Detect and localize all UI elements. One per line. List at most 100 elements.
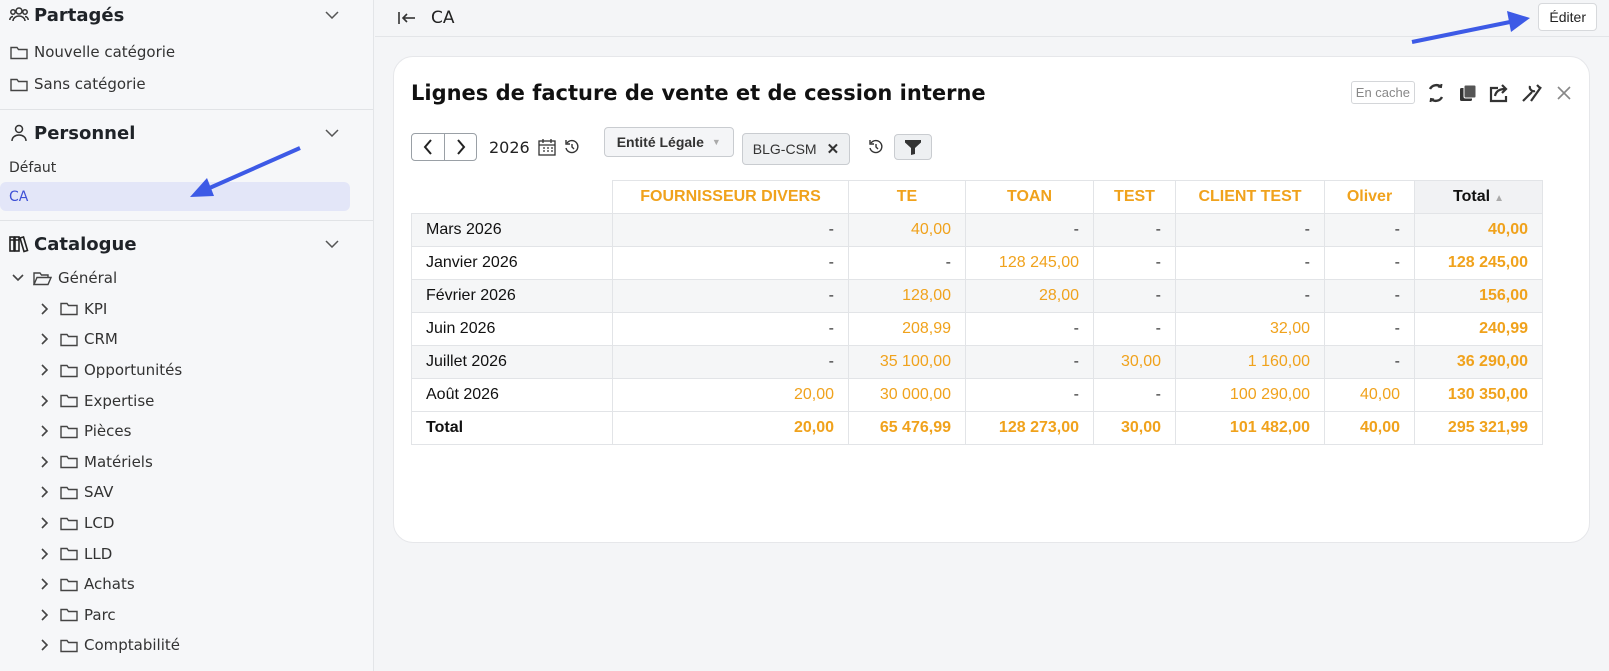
reset-icon[interactable] [564,139,580,155]
chevron-right-icon[interactable] [38,333,52,346]
tree-item-folder[interactable]: Pièces [0,416,373,447]
row-label: Février 2026 [411,279,613,313]
row-total-cell: 128 245,00 [1414,246,1543,280]
chevron-down-icon[interactable] [323,6,341,24]
prev-period-button[interactable] [412,134,444,160]
chevron-right-icon[interactable] [38,639,52,651]
tree-item-folder[interactable]: Parc [0,600,373,631]
tree-item-label: LCD [84,514,115,533]
tree-item-general[interactable]: Général [0,263,373,294]
table-total-row: Total 20,00 65 476,99 128 273,00 30,00 101 48… [411,411,1543,445]
tree-item-folder[interactable]: Expertise [0,385,373,416]
chevron-right-icon[interactable] [38,425,52,437]
remove-tag-icon[interactable]: ✕ [827,140,840,158]
personal-section-header[interactable]: Personnel [0,118,373,148]
tree-item-folder[interactable]: Opportunités [0,355,373,386]
calendar-icon[interactable] [538,138,556,156]
table-cell: 128 273,00 [965,411,1094,445]
table-cell: - [1324,312,1415,346]
filter-tag-label: BLG-CSM [752,141,817,157]
folder-icon [60,301,78,316]
sidebar-item-sans-categorie[interactable]: Sans catégorie [0,68,373,100]
chevron-down-icon[interactable] [323,235,341,253]
refresh-icon[interactable] [1425,82,1447,104]
tree-item-folder[interactable]: LLD [0,538,373,569]
table-cell: 40,00 [1324,411,1415,445]
column-header[interactable]: TOAN [965,180,1094,214]
column-header[interactable]: Oliver [1324,180,1415,214]
folder-icon [10,45,28,60]
tree-item-folder[interactable]: CRM [0,324,373,355]
breadcrumb: CA [431,8,455,28]
table-cell: - [1093,213,1176,247]
chevron-right-icon[interactable] [38,364,52,376]
share-icon[interactable] [1489,82,1511,104]
folder-icon [60,577,78,592]
chevron-right-icon[interactable] [38,303,52,315]
table-cell: 28,00 [965,279,1094,313]
close-icon[interactable] [1553,82,1575,104]
row-total-cell: 156,00 [1414,279,1543,313]
tools-icon[interactable] [1521,82,1543,104]
tree-item-folder[interactable]: Matériels [0,447,373,478]
table-cell: - [612,345,849,379]
column-header[interactable]: FOURNISSEUR DIVERS [612,180,849,214]
folder-icon [60,638,78,653]
tree-item-folder[interactable]: Achats [0,569,373,600]
sidebar-item-nouvelle-categorie[interactable]: Nouvelle catégorie [0,36,373,68]
row-label: Janvier 2026 [411,246,613,280]
shared-section-header[interactable]: Partagés [0,0,373,30]
column-header[interactable]: TEST [1093,180,1176,214]
catalogue-section-title: Catalogue [34,233,137,255]
table-row: Juin 2026-208,99- -32,00-240,99 [411,312,1543,346]
catalogue-section-header[interactable]: Catalogue [0,229,373,259]
filter-bar: 2026 Entité Légale ▼ BLG-CSM ✕ [411,127,933,165]
next-period-button[interactable] [444,134,476,160]
row-label: Août 2026 [411,378,613,412]
chevron-down-icon[interactable] [11,274,25,282]
sort-asc-icon[interactable]: ▲ [1494,193,1504,204]
sidebar-item-defaut[interactable]: Défaut [0,153,373,182]
column-header-label: TOAN [1006,188,1053,205]
chevron-down-icon[interactable] [323,124,341,142]
report-card: Lignes de facture de vente et de cession… [393,56,1590,543]
collapse-sidebar-icon[interactable] [397,11,419,25]
column-header-label: CLIENT TEST [1198,188,1302,205]
legal-entity-dropdown[interactable]: Entité Légale ▼ [603,127,734,157]
tree-item-folder[interactable]: KPI [0,294,373,325]
table-cell: - [1324,345,1415,379]
edit-button[interactable]: Éditer [1538,3,1597,31]
chevron-right-icon[interactable] [38,486,52,499]
row-label: Juillet 2026 [411,345,613,379]
year-value: 2026 [489,137,530,157]
table-cell: - [1324,279,1415,313]
report-title: Lignes de facture de vente et de cession… [411,81,986,105]
chevron-right-icon[interactable] [38,548,52,560]
table-cell: 20,00 [612,411,849,445]
reset-icon[interactable] [868,139,884,155]
table-cell: 128 245,00 [965,246,1094,280]
tree-item-folder[interactable]: Comptabilité [0,630,373,661]
table-cell: 30,00 [1093,411,1176,445]
chevron-right-icon[interactable] [38,395,52,407]
column-header[interactable]: Total ▲ [1414,180,1543,214]
column-header[interactable]: CLIENT TEST [1175,180,1325,214]
tree-item-label: KPI [84,299,108,318]
chevron-right-icon[interactable] [38,609,52,621]
column-header[interactable]: TE [848,180,966,214]
chevron-right-icon[interactable] [38,517,52,529]
tree-item-folder[interactable]: SAV [0,477,373,508]
sidebar-item-ca[interactable]: CA [0,182,350,211]
chevron-right-icon[interactable] [38,578,52,590]
folder-icon [10,77,28,92]
chevron-right-icon[interactable] [38,456,52,468]
table-cell: - [612,246,849,280]
tree-item-folder[interactable]: LCD [0,508,373,539]
filter-button[interactable] [894,134,933,160]
row-total-cell: 295 321,99 [1414,411,1543,445]
sidebar-divider [0,220,373,221]
filter-tag[interactable]: BLG-CSM ✕ [741,133,851,165]
table-row: Janvier 2026- -128 245,00- - -128 245,00 [411,246,1543,280]
copy-icon[interactable] [1457,82,1479,104]
tree-item-label: Expertise [84,391,155,410]
